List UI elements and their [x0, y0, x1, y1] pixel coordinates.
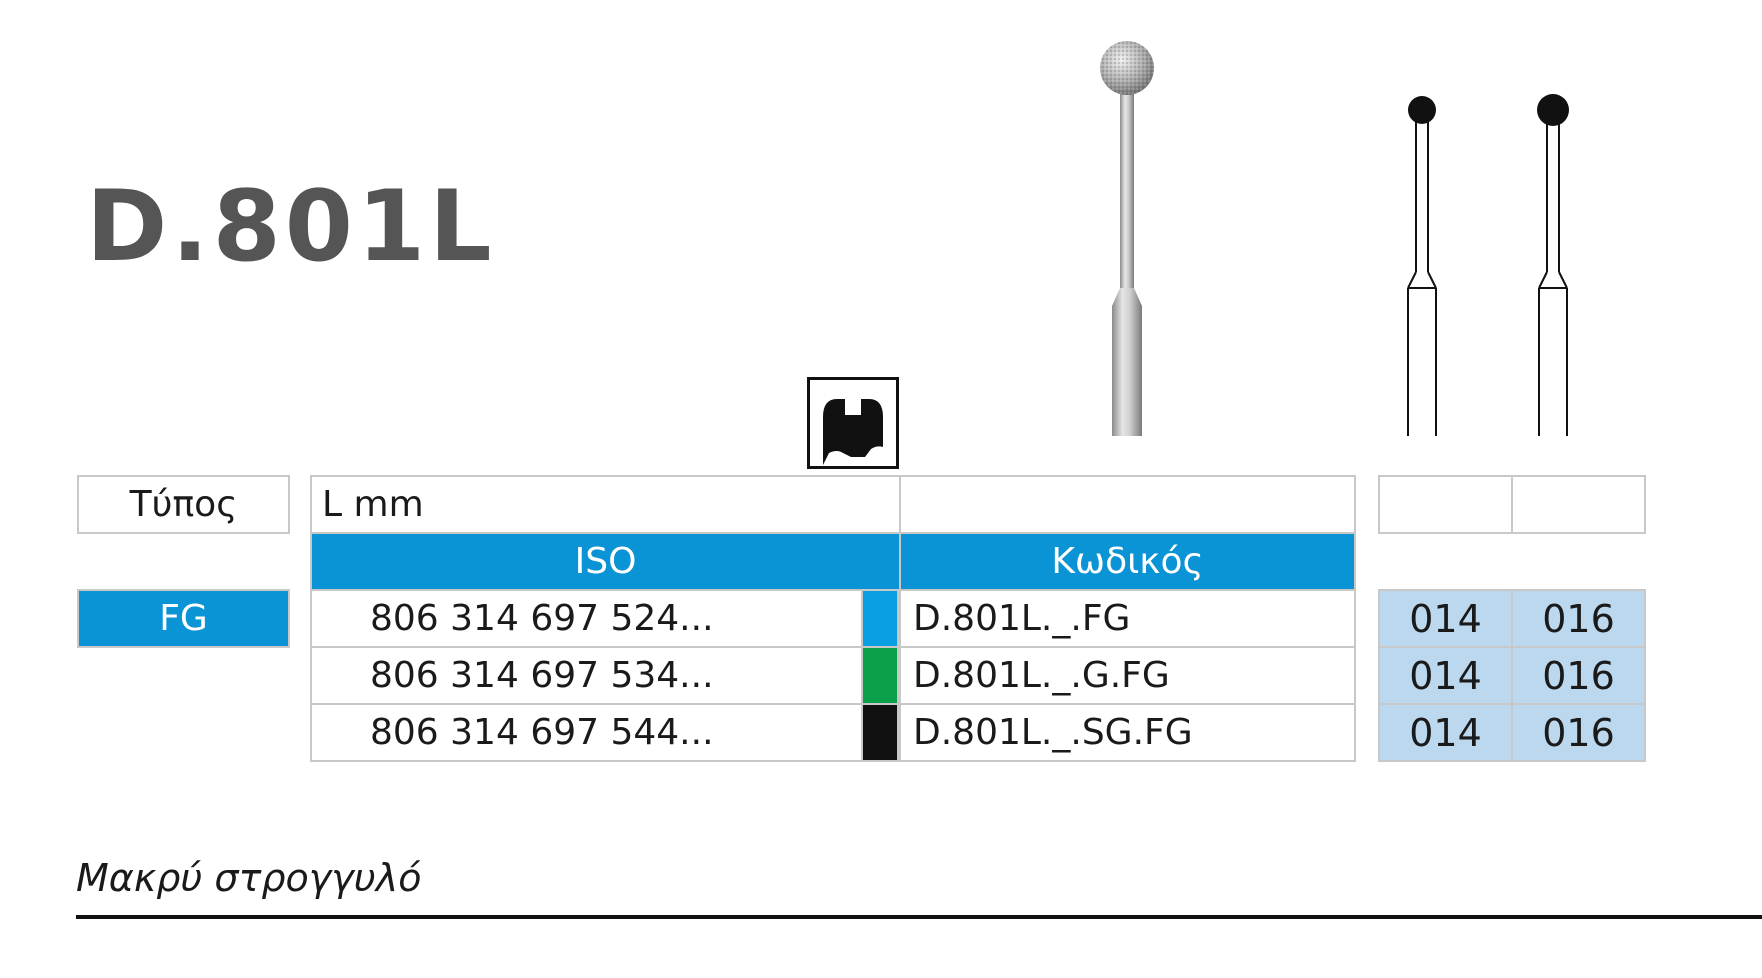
table-row-code: D.801L._.G.FG — [899, 646, 1356, 705]
application-icon — [807, 377, 899, 469]
size-cell: 014 — [1378, 646, 1513, 705]
product-code: D.801L._.SG.FG — [913, 711, 1193, 753]
table-row-code: D.801L._.FG — [899, 589, 1356, 648]
size-cell: 016 — [1511, 589, 1646, 648]
product-code: D.801L._.FG — [913, 597, 1131, 639]
table-row-iso: 806 314 697 544... — [310, 703, 863, 762]
table-row-iso: 806 314 697 524... — [310, 589, 863, 648]
size-value: 016 — [1542, 710, 1615, 755]
iso-header: ISO — [310, 532, 901, 591]
length-size-016-cell — [1511, 475, 1646, 534]
code-header-label: Κωδικός — [1051, 540, 1204, 582]
table-row-iso: 806 314 697 534... — [310, 646, 863, 705]
size-value: 014 — [1409, 710, 1482, 755]
type-label: Τύπος — [129, 483, 238, 525]
grit-color-marker — [861, 646, 899, 705]
length-label: L mm — [322, 483, 424, 525]
length-value-cell — [899, 475, 1356, 534]
length-size-014-cell — [1378, 475, 1513, 534]
bur-diagram-014 — [1407, 96, 1437, 436]
grit-color-marker — [861, 589, 899, 648]
iso-number: 806 314 697 544... — [370, 711, 714, 753]
bottom-divider — [76, 915, 1762, 919]
type-label-cell: Τύπος — [77, 475, 290, 534]
size-value: 014 — [1409, 596, 1482, 641]
size-cell: 014 — [1378, 589, 1513, 648]
iso-header-label: ISO — [574, 540, 637, 582]
shank-type-label: FG — [159, 597, 208, 639]
size-cell: 016 — [1511, 646, 1646, 705]
size-value: 016 — [1542, 596, 1615, 641]
shank-type-cell: FG — [77, 589, 290, 648]
size-value: 014 — [1409, 653, 1482, 698]
product-description: Μακρύ στρογγυλό — [76, 856, 422, 900]
size-value: 016 — [1542, 653, 1615, 698]
size-cell: 014 — [1378, 703, 1513, 762]
bur-diagram-016 — [1537, 94, 1569, 436]
iso-number: 806 314 697 534... — [370, 654, 714, 696]
product-title: D.801L — [86, 170, 496, 284]
code-header: Κωδικός — [899, 532, 1356, 591]
size-cell: 016 — [1511, 703, 1646, 762]
bur-photo — [1100, 41, 1154, 436]
table-row-code: D.801L._.SG.FG — [899, 703, 1356, 762]
length-label-cell: L mm — [310, 475, 901, 534]
grit-color-marker — [861, 703, 899, 762]
product-code: D.801L._.G.FG — [913, 654, 1170, 696]
iso-number: 806 314 697 524... — [370, 597, 714, 639]
